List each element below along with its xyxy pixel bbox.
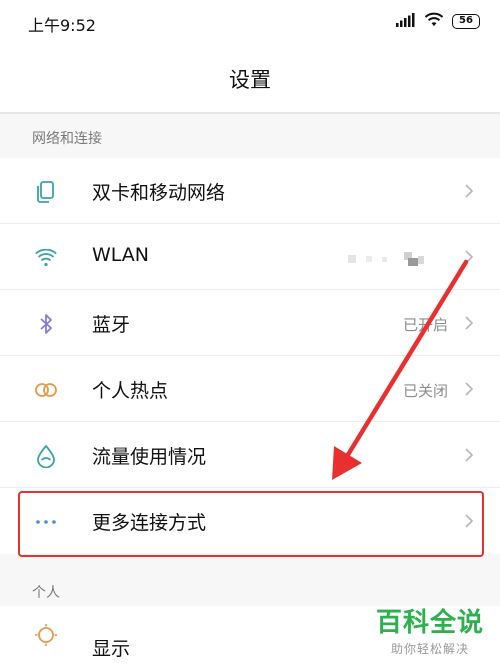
chevron-right-icon (465, 316, 474, 330)
bluetooth-icon (33, 311, 59, 337)
network-name-blurred (348, 252, 424, 266)
status-time: 上午9:52 (28, 16, 96, 35)
settings-item-label: 双卡和移动网络 (92, 182, 226, 204)
sim-card-icon (33, 179, 59, 205)
section-header-personal: 个人 (0, 558, 500, 606)
settings-item-label: 显示 (92, 638, 131, 660)
section-header-network: 网络和连接 (0, 114, 500, 158)
settings-list-network: 双卡和移动网络 WLAN 蓝牙 已开启 个人热点 已关闭 流量使用情况 更多连接… (0, 158, 500, 554)
page-title: 设置 (229, 68, 271, 92)
data-usage-icon (33, 443, 59, 469)
settings-item-wlan[interactable]: WLAN (0, 224, 500, 290)
chevron-right-icon (465, 514, 474, 528)
settings-item-dual-sim[interactable]: 双卡和移动网络 (0, 158, 500, 224)
section-label: 个人 (32, 585, 60, 601)
wifi-status-icon (424, 12, 444, 31)
section-label: 网络和连接 (32, 131, 102, 147)
watermark-subtitle: 助你轻松解决 (390, 642, 469, 656)
battery-indicator: 56 (452, 14, 480, 29)
chevron-right-icon (465, 382, 474, 396)
page-header: 设置 (0, 44, 500, 112)
chevron-right-icon (465, 448, 474, 462)
settings-item-data-usage[interactable]: 流量使用情况 (0, 422, 500, 488)
status-bar: 上午9:52 56 (0, 0, 500, 44)
settings-item-more-connections[interactable]: 更多连接方式 (0, 488, 500, 554)
chevron-right-icon (465, 250, 474, 264)
status-icons: 56 (396, 12, 480, 31)
settings-item-value: 已关闭 (402, 382, 448, 400)
settings-item-label: 蓝牙 (92, 314, 131, 336)
settings-item-label: WLAN (92, 244, 150, 266)
signal-icon (396, 12, 416, 31)
wifi-icon (33, 245, 59, 271)
watermark-title: 百科全说 (375, 608, 484, 638)
settings-item-label: 更多连接方式 (92, 512, 207, 534)
settings-item-bluetooth[interactable]: 蓝牙 已开启 (0, 290, 500, 356)
more-dots-icon (33, 509, 59, 535)
watermark: 百科全说 助你轻松解决 (376, 608, 484, 657)
settings-item-label: 个人热点 (92, 380, 169, 402)
hotspot-icon (33, 377, 59, 403)
chevron-right-icon (465, 184, 474, 198)
settings-item-hotspot[interactable]: 个人热点 已关闭 (0, 356, 500, 422)
settings-item-label: 流量使用情况 (92, 446, 207, 468)
settings-item-value: 已开启 (402, 316, 448, 334)
display-icon (33, 622, 59, 648)
